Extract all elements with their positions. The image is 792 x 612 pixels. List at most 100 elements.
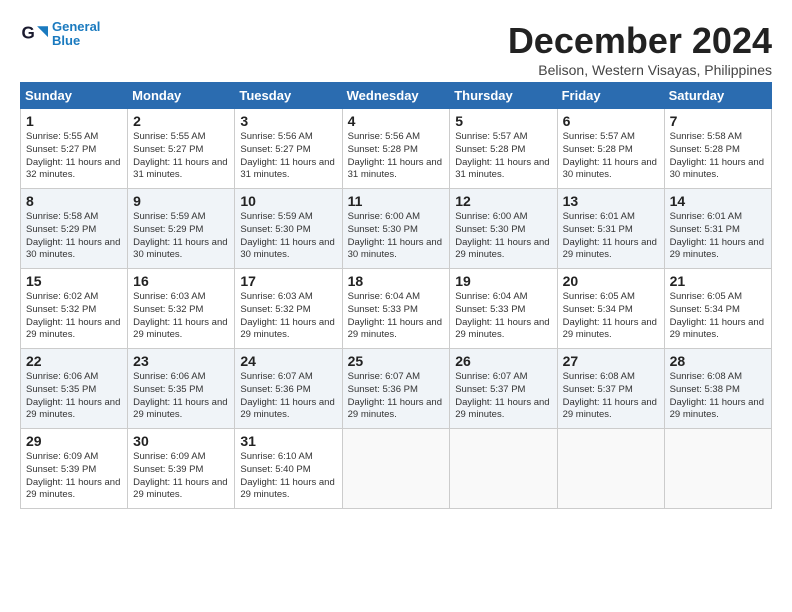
weekday-header-saturday: Saturday — [664, 83, 771, 109]
calendar-cell-empty — [342, 429, 450, 509]
logo-line2: Blue — [52, 33, 80, 48]
day-info: Sunrise: 5:55 AMSunset: 5:27 PMDaylight:… — [26, 131, 122, 182]
calendar-cell-day-8: 8 Sunrise: 5:58 AMSunset: 5:29 PMDayligh… — [21, 189, 128, 269]
day-info: Sunrise: 6:09 AMSunset: 5:39 PMDaylight:… — [133, 451, 229, 502]
day-info: Sunrise: 6:09 AMSunset: 5:39 PMDaylight:… — [26, 451, 122, 502]
calendar-cell-day-9: 9 Sunrise: 5:59 AMSunset: 5:29 PMDayligh… — [128, 189, 235, 269]
calendar-header: SundayMondayTuesdayWednesdayThursdayFrid… — [21, 83, 772, 109]
day-number: 16 — [133, 273, 229, 289]
calendar-cell-day-16: 16 Sunrise: 6:03 AMSunset: 5:32 PMDaylig… — [128, 269, 235, 349]
day-info: Sunrise: 6:03 AMSunset: 5:32 PMDaylight:… — [240, 291, 336, 342]
day-info: Sunrise: 6:00 AMSunset: 5:30 PMDaylight:… — [348, 211, 445, 262]
day-info: Sunrise: 5:59 AMSunset: 5:29 PMDaylight:… — [133, 211, 229, 262]
location-title: Belison, Western Visayas, Philippines — [508, 62, 772, 78]
day-number: 10 — [240, 193, 336, 209]
day-number: 13 — [563, 193, 659, 209]
day-number: 5 — [455, 113, 551, 129]
day-info: Sunrise: 5:56 AMSunset: 5:28 PMDaylight:… — [348, 131, 445, 182]
calendar-cell-day-7: 7 Sunrise: 5:58 AMSunset: 5:28 PMDayligh… — [664, 109, 771, 189]
day-info: Sunrise: 6:07 AMSunset: 5:37 PMDaylight:… — [455, 371, 551, 422]
day-number: 17 — [240, 273, 336, 289]
day-number: 25 — [348, 353, 445, 369]
calendar-cell-day-17: 17 Sunrise: 6:03 AMSunset: 5:32 PMDaylig… — [235, 269, 342, 349]
day-number: 19 — [455, 273, 551, 289]
calendar-cell-day-11: 11 Sunrise: 6:00 AMSunset: 5:30 PMDaylig… — [342, 189, 450, 269]
day-number: 26 — [455, 353, 551, 369]
day-info: Sunrise: 5:56 AMSunset: 5:27 PMDaylight:… — [240, 131, 336, 182]
month-title: December 2024 — [508, 20, 772, 62]
day-number: 22 — [26, 353, 122, 369]
calendar-cell-day-24: 24 Sunrise: 6:07 AMSunset: 5:36 PMDaylig… — [235, 349, 342, 429]
day-info: Sunrise: 6:08 AMSunset: 5:38 PMDaylight:… — [670, 371, 766, 422]
calendar-week-1: 1 Sunrise: 5:55 AMSunset: 5:27 PMDayligh… — [21, 109, 772, 189]
day-info: Sunrise: 6:05 AMSunset: 5:34 PMDaylight:… — [670, 291, 766, 342]
calendar-cell-day-12: 12 Sunrise: 6:00 AMSunset: 5:30 PMDaylig… — [450, 189, 557, 269]
day-number: 31 — [240, 433, 336, 449]
calendar-cell-day-4: 4 Sunrise: 5:56 AMSunset: 5:28 PMDayligh… — [342, 109, 450, 189]
logo-icon: G — [20, 20, 48, 48]
calendar-cell-day-5: 5 Sunrise: 5:57 AMSunset: 5:28 PMDayligh… — [450, 109, 557, 189]
day-number: 24 — [240, 353, 336, 369]
calendar-cell-empty — [664, 429, 771, 509]
title-block: December 2024 Belison, Western Visayas, … — [508, 20, 772, 78]
day-info: Sunrise: 5:57 AMSunset: 5:28 PMDaylight:… — [563, 131, 659, 182]
day-info: Sunrise: 6:00 AMSunset: 5:30 PMDaylight:… — [455, 211, 551, 262]
weekday-header-monday: Monday — [128, 83, 235, 109]
calendar-cell-day-18: 18 Sunrise: 6:04 AMSunset: 5:33 PMDaylig… — [342, 269, 450, 349]
day-info: Sunrise: 6:07 AMSunset: 5:36 PMDaylight:… — [240, 371, 336, 422]
day-number: 7 — [670, 113, 766, 129]
day-info: Sunrise: 5:57 AMSunset: 5:28 PMDaylight:… — [455, 131, 551, 182]
day-info: Sunrise: 5:58 AMSunset: 5:29 PMDaylight:… — [26, 211, 122, 262]
day-number: 6 — [563, 113, 659, 129]
day-info: Sunrise: 6:01 AMSunset: 5:31 PMDaylight:… — [563, 211, 659, 262]
calendar-cell-day-2: 2 Sunrise: 5:55 AMSunset: 5:27 PMDayligh… — [128, 109, 235, 189]
calendar-table: SundayMondayTuesdayWednesdayThursdayFrid… — [20, 82, 772, 509]
weekday-header-wednesday: Wednesday — [342, 83, 450, 109]
day-info: Sunrise: 6:07 AMSunset: 5:36 PMDaylight:… — [348, 371, 445, 422]
day-number: 1 — [26, 113, 122, 129]
calendar-cell-day-3: 3 Sunrise: 5:56 AMSunset: 5:27 PMDayligh… — [235, 109, 342, 189]
logo-line1: General — [52, 19, 100, 34]
weekday-header-thursday: Thursday — [450, 83, 557, 109]
calendar-cell-day-25: 25 Sunrise: 6:07 AMSunset: 5:36 PMDaylig… — [342, 349, 450, 429]
weekday-header-sunday: Sunday — [21, 83, 128, 109]
calendar-cell-day-22: 22 Sunrise: 6:06 AMSunset: 5:35 PMDaylig… — [21, 349, 128, 429]
calendar-cell-day-13: 13 Sunrise: 6:01 AMSunset: 5:31 PMDaylig… — [557, 189, 664, 269]
day-number: 12 — [455, 193, 551, 209]
day-info: Sunrise: 5:59 AMSunset: 5:30 PMDaylight:… — [240, 211, 336, 262]
weekday-header-tuesday: Tuesday — [235, 83, 342, 109]
calendar-week-2: 8 Sunrise: 5:58 AMSunset: 5:29 PMDayligh… — [21, 189, 772, 269]
calendar-body: 1 Sunrise: 5:55 AMSunset: 5:27 PMDayligh… — [21, 109, 772, 509]
svg-text:G: G — [22, 24, 35, 43]
calendar-cell-day-30: 30 Sunrise: 6:09 AMSunset: 5:39 PMDaylig… — [128, 429, 235, 509]
calendar-cell-day-31: 31 Sunrise: 6:10 AMSunset: 5:40 PMDaylig… — [235, 429, 342, 509]
calendar-cell-day-10: 10 Sunrise: 5:59 AMSunset: 5:30 PMDaylig… — [235, 189, 342, 269]
calendar-cell-day-20: 20 Sunrise: 6:05 AMSunset: 5:34 PMDaylig… — [557, 269, 664, 349]
day-number: 15 — [26, 273, 122, 289]
calendar-cell-day-19: 19 Sunrise: 6:04 AMSunset: 5:33 PMDaylig… — [450, 269, 557, 349]
day-number: 18 — [348, 273, 445, 289]
day-info: Sunrise: 6:03 AMSunset: 5:32 PMDaylight:… — [133, 291, 229, 342]
day-number: 8 — [26, 193, 122, 209]
day-number: 9 — [133, 193, 229, 209]
calendar-cell-day-15: 15 Sunrise: 6:02 AMSunset: 5:32 PMDaylig… — [21, 269, 128, 349]
day-info: Sunrise: 6:10 AMSunset: 5:40 PMDaylight:… — [240, 451, 336, 502]
day-info: Sunrise: 6:01 AMSunset: 5:31 PMDaylight:… — [670, 211, 766, 262]
weekday-header-row: SundayMondayTuesdayWednesdayThursdayFrid… — [21, 83, 772, 109]
calendar-cell-day-27: 27 Sunrise: 6:08 AMSunset: 5:37 PMDaylig… — [557, 349, 664, 429]
calendar-week-3: 15 Sunrise: 6:02 AMSunset: 5:32 PMDaylig… — [21, 269, 772, 349]
calendar-cell-day-6: 6 Sunrise: 5:57 AMSunset: 5:28 PMDayligh… — [557, 109, 664, 189]
day-number: 27 — [563, 353, 659, 369]
calendar-week-5: 29 Sunrise: 6:09 AMSunset: 5:39 PMDaylig… — [21, 429, 772, 509]
calendar-week-4: 22 Sunrise: 6:06 AMSunset: 5:35 PMDaylig… — [21, 349, 772, 429]
calendar-cell-day-14: 14 Sunrise: 6:01 AMSunset: 5:31 PMDaylig… — [664, 189, 771, 269]
calendar-cell-day-29: 29 Sunrise: 6:09 AMSunset: 5:39 PMDaylig… — [21, 429, 128, 509]
weekday-header-friday: Friday — [557, 83, 664, 109]
day-number: 20 — [563, 273, 659, 289]
day-info: Sunrise: 6:04 AMSunset: 5:33 PMDaylight:… — [455, 291, 551, 342]
calendar-cell-empty — [557, 429, 664, 509]
logo: G General Blue — [20, 20, 100, 49]
day-number: 29 — [26, 433, 122, 449]
day-number: 2 — [133, 113, 229, 129]
day-number: 21 — [670, 273, 766, 289]
